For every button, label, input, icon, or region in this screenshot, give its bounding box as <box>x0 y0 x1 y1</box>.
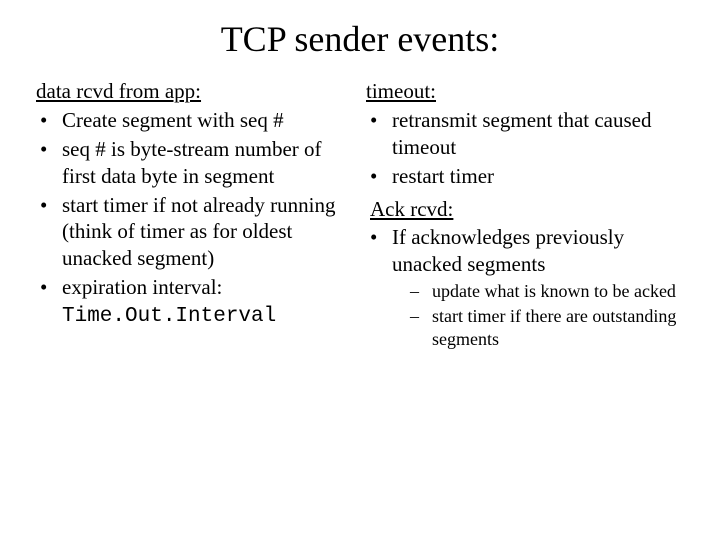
list-item: Create segment with seq # <box>36 107 354 134</box>
left-heading: data rcvd from app: <box>36 78 354 105</box>
left-list: Create segment with seq # seq # is byte-… <box>36 107 354 331</box>
left-column: data rcvd from app: Create segment with … <box>36 78 354 357</box>
right-list-timeout: retransmit segment that caused timeout r… <box>366 107 684 190</box>
list-item: If acknowledges previously unacked segme… <box>366 224 684 351</box>
sub-list: update what is known to be acked start t… <box>392 280 684 351</box>
list-item: expiration interval: Time.Out.Interval <box>36 274 354 331</box>
list-item: seq # is byte-stream number of first dat… <box>36 136 354 190</box>
right-column: timeout: retransmit segment that caused … <box>366 78 684 357</box>
list-item-text: expiration interval: <box>62 275 222 299</box>
slide: TCP sender events: data rcvd from app: C… <box>0 0 720 357</box>
list-item-text: If acknowledges previously unacked segme… <box>392 225 624 276</box>
sub-item: start timer if there are outstanding seg… <box>392 305 684 351</box>
right-list-ack: If acknowledges previously unacked segme… <box>366 224 684 351</box>
right-heading-timeout: timeout: <box>366 78 684 105</box>
list-item: restart timer <box>366 163 684 190</box>
list-item: retransmit segment that caused timeout <box>366 107 684 161</box>
list-item: start timer if not already running (thin… <box>36 192 354 273</box>
sub-item: update what is known to be acked <box>392 280 684 303</box>
right-heading-ack: Ack rcvd: <box>370 196 684 223</box>
content-columns: data rcvd from app: Create segment with … <box>36 78 684 357</box>
code-text: Time.Out.Interval <box>62 305 276 328</box>
slide-title: TCP sender events: <box>36 18 684 60</box>
